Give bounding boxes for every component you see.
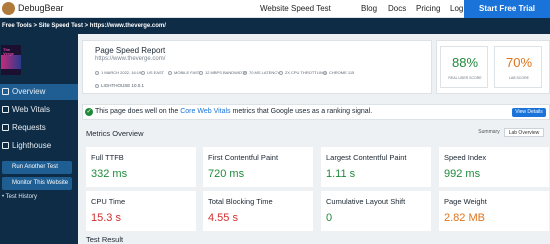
metric-label: Page Weight xyxy=(444,197,487,206)
sidebar-item-label: Web Vitals xyxy=(12,105,50,114)
metric-label: Full TTFB xyxy=(91,153,124,162)
nav-website-speed-test[interactable]: Website Speed Test xyxy=(260,4,331,13)
meta-date: 1 MARCH 2022, 16:19 xyxy=(95,70,141,75)
metric-card[interactable]: Speed Index 992 ms xyxy=(439,147,549,187)
run-another-test-button[interactable]: Run Another Test xyxy=(2,161,72,174)
cwv-banner-text: This page does well on the Core Web Vita… xyxy=(95,108,373,115)
meta-chrome: CHROME 115 xyxy=(323,70,354,75)
nav-blog[interactable]: Blog xyxy=(361,4,377,13)
requests-icon xyxy=(2,124,9,131)
metric-card[interactable]: Full TTFB 332 ms xyxy=(86,147,196,187)
lighthouse-icon xyxy=(95,84,99,88)
check-circle-icon: ✓ xyxy=(85,108,93,116)
lab-score-label: LAB SCORE xyxy=(508,76,530,80)
chrome-icon xyxy=(323,71,327,75)
test-history-link[interactable]: • Test History xyxy=(2,194,37,200)
sidebar-item-label: Overview xyxy=(12,87,46,96)
page-screenshot-thumbnail: The Verge xyxy=(1,45,21,75)
meta-region: US EAST xyxy=(141,70,164,75)
nav-pricing[interactable]: Pricing xyxy=(416,4,440,13)
meta-device: MOBILE FAST xyxy=(168,70,200,75)
report-url[interactable]: https://www.theverge.com/ xyxy=(95,56,165,62)
meta-latency: 70 MS LATENCY xyxy=(243,70,280,75)
button-label: Run Another Test xyxy=(12,164,58,170)
real-user-score-value: 88% xyxy=(451,55,479,70)
cwv-banner: ✓ This page does well on the Core Web Vi… xyxy=(82,104,550,120)
metric-card[interactable]: Total Blocking Time 4.55 s xyxy=(203,191,313,231)
debugbear-logo-icon[interactable] xyxy=(2,2,15,15)
metric-card[interactable]: First Contentful Paint 720 ms xyxy=(203,147,313,187)
metric-card[interactable]: Cumulative Layout Shift 0 xyxy=(321,191,431,231)
sidebar-item-lighthouse[interactable]: Lighthouse xyxy=(0,138,78,154)
metric-label: First Contentful Paint xyxy=(208,153,279,162)
metric-label: Largest Contentful Paint xyxy=(326,153,407,162)
sidebar-item-label: Requests xyxy=(12,123,46,132)
sidebar: The Verge Overview Web Vitals Requests L… xyxy=(0,34,78,244)
sidebar-item-requests[interactable]: Requests xyxy=(0,120,78,136)
lab-score-value: 70% xyxy=(505,55,533,70)
sidebar-item-label: Lighthouse xyxy=(12,141,52,150)
lab-score[interactable]: 70% LAB SCORE xyxy=(494,46,542,88)
button-label: Monitor This Website xyxy=(12,180,69,186)
view-details-button[interactable]: View Details xyxy=(512,108,546,117)
mobile-icon xyxy=(168,71,172,75)
metric-value: 15.3 s xyxy=(91,212,121,224)
meta-bandwidth: 12 MBPS BANDWIDTH xyxy=(199,70,247,75)
metric-value: 992 ms xyxy=(444,168,481,180)
home-icon xyxy=(2,88,9,95)
metric-label: Speed Index xyxy=(444,153,487,162)
metric-label: CPU Time xyxy=(91,197,126,206)
scores-card: 88% REAL USER SCORE 70% LAB SCORE xyxy=(436,40,550,94)
metric-value: 0 xyxy=(326,212,333,224)
metric-card[interactable]: CPU Time 15.3 s xyxy=(86,191,196,231)
metric-card[interactable]: Largest Contentful Paint 1.11 s xyxy=(321,147,431,187)
nav-docs[interactable]: Docs xyxy=(388,4,406,13)
latency-icon xyxy=(243,71,247,75)
cpu-icon xyxy=(279,71,283,75)
breadcrumb[interactable]: Free Tools > Site Speed Test > https://w… xyxy=(0,18,550,34)
summary-toggle[interactable]: Summary xyxy=(474,128,504,137)
metric-label: Cumulative Layout Shift xyxy=(326,197,406,206)
metric-value: 1.11 s xyxy=(326,168,356,180)
test-result-title: Test Result xyxy=(86,235,124,244)
metric-value: 332 ms xyxy=(91,168,128,180)
vitals-icon xyxy=(2,106,9,113)
sidebar-item-overview[interactable]: Overview xyxy=(0,84,78,100)
bandwidth-icon xyxy=(199,71,203,75)
core-web-vitals-link[interactable]: Core Web Vitals xyxy=(180,108,230,115)
metric-value: 2.82 MB xyxy=(444,212,485,224)
monitor-website-button[interactable]: Monitor This Website xyxy=(2,177,72,190)
start-free-trial-button[interactable]: Start Free Trial xyxy=(464,0,550,18)
metric-value: 720 ms xyxy=(208,168,245,180)
report-header-card: Page Speed Report https://www.theverge.c… xyxy=(82,40,432,94)
metrics-overview-title: Metrics Overview xyxy=(86,129,144,138)
meta-cpu: 2X CPU THROTTLING xyxy=(279,70,326,75)
calendar-icon xyxy=(95,71,99,75)
metric-card[interactable]: Page Weight 2.82 MB xyxy=(439,191,549,231)
lab-overview-toggle[interactable]: Lab Overview xyxy=(504,128,544,137)
lighthouse-icon xyxy=(2,142,9,149)
real-user-score[interactable]: 88% REAL USER SCORE xyxy=(440,46,488,88)
brand-name[interactable]: DebugBear xyxy=(18,3,64,13)
report-title: Page Speed Report xyxy=(95,46,166,55)
sidebar-item-web-vitals[interactable]: Web Vitals xyxy=(0,102,78,118)
metric-value: 4.55 s xyxy=(208,212,238,224)
top-navbar: DebugBear Website Speed Test Blog Docs P… xyxy=(0,0,550,18)
lighthouse-version: LIGHTHOUSE 10.0.1 xyxy=(95,83,144,88)
location-icon xyxy=(141,71,145,75)
real-user-score-label: REAL USER SCORE xyxy=(448,76,482,80)
metric-label: Total Blocking Time xyxy=(208,197,273,206)
